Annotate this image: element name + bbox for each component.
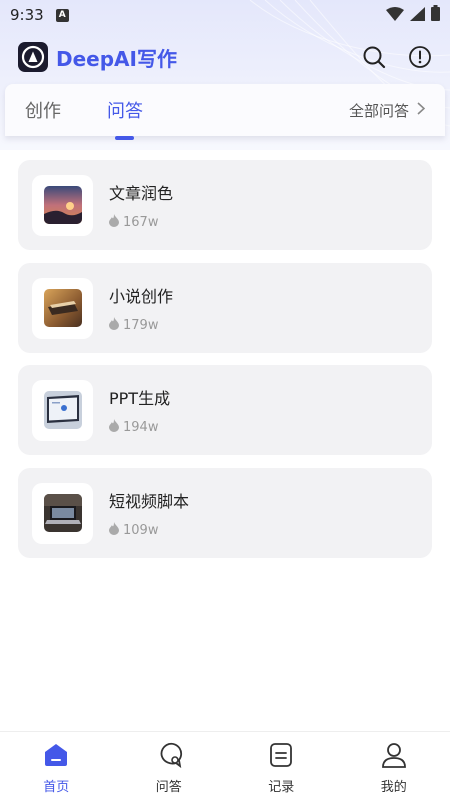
- app-title: DeepAI写作: [56, 46, 177, 71]
- item-title: PPT生成: [109, 388, 171, 408]
- thumbnail-frame: [32, 277, 93, 339]
- nav-home-label: 首页: [43, 780, 70, 795]
- all-qa-label: 全部问答: [348, 101, 409, 120]
- fire-icon: [109, 316, 119, 334]
- list-item-short-video-script[interactable]: 短视频脚本 109w: [18, 468, 432, 558]
- item-count: 109w: [123, 522, 159, 538]
- thumbnail-image: [43, 494, 82, 532]
- nav-record[interactable]: 记录: [225, 732, 338, 800]
- thumbnail-image: [43, 186, 82, 224]
- status-bar: 9:33 A: [0, 0, 450, 30]
- nav-profile[interactable]: 我的: [338, 732, 450, 800]
- item-count: 194w: [123, 419, 159, 435]
- list-item-article-polish[interactable]: 文章润色 167w: [18, 160, 432, 250]
- thumbnail-frame: [32, 379, 93, 441]
- search-icon[interactable]: [362, 45, 386, 69]
- record-icon: [267, 742, 295, 772]
- status-time: 9:33: [10, 6, 44, 24]
- signal-icon: [410, 6, 425, 25]
- all-qa-link[interactable]: 全部问答: [348, 100, 426, 121]
- nav-profile-label: 我的: [380, 780, 407, 795]
- fire-icon: [109, 521, 119, 539]
- chevron-right-icon: [417, 101, 426, 119]
- thumbnail-image: [43, 289, 82, 327]
- list-item-novel-writing[interactable]: 小说创作 179w: [18, 263, 432, 353]
- nav-qa[interactable]: 问答: [113, 732, 226, 800]
- notification-badge: A: [55, 8, 69, 22]
- item-count: 167w: [123, 214, 159, 230]
- thumbnail-frame: [32, 174, 93, 236]
- thumbnail-image: [43, 391, 82, 429]
- active-tab-indicator: [115, 136, 134, 140]
- battery-icon: [431, 5, 440, 25]
- user-icon: [380, 742, 408, 772]
- chat-icon: [155, 742, 183, 772]
- item-count: 179w: [123, 317, 159, 333]
- home-icon: [42, 742, 70, 772]
- nav-home[interactable]: 首页: [0, 732, 113, 800]
- tab-bar: 创作 问答 全部问答: [5, 84, 445, 136]
- fire-icon: [109, 418, 119, 436]
- item-title: 小说创作: [109, 286, 174, 306]
- nav-qa-label: 问答: [155, 780, 182, 795]
- app-header: DeepAI写作: [0, 38, 450, 76]
- fire-icon: [109, 213, 119, 231]
- wifi-icon: [386, 6, 404, 25]
- app-logo: [18, 42, 48, 72]
- thumbnail-frame: [32, 482, 93, 544]
- nav-record-label: 记录: [268, 780, 295, 795]
- list-item-ppt-generation[interactable]: PPT生成 194w: [18, 365, 432, 455]
- info-icon[interactable]: [408, 45, 432, 69]
- tab-create[interactable]: 创作: [25, 97, 61, 123]
- tab-qa[interactable]: 问答: [107, 97, 143, 123]
- bottom-nav: 首页 问答 记录 我的: [0, 731, 450, 800]
- item-title: 文章润色: [109, 183, 174, 203]
- item-title: 短视频脚本: [109, 491, 190, 511]
